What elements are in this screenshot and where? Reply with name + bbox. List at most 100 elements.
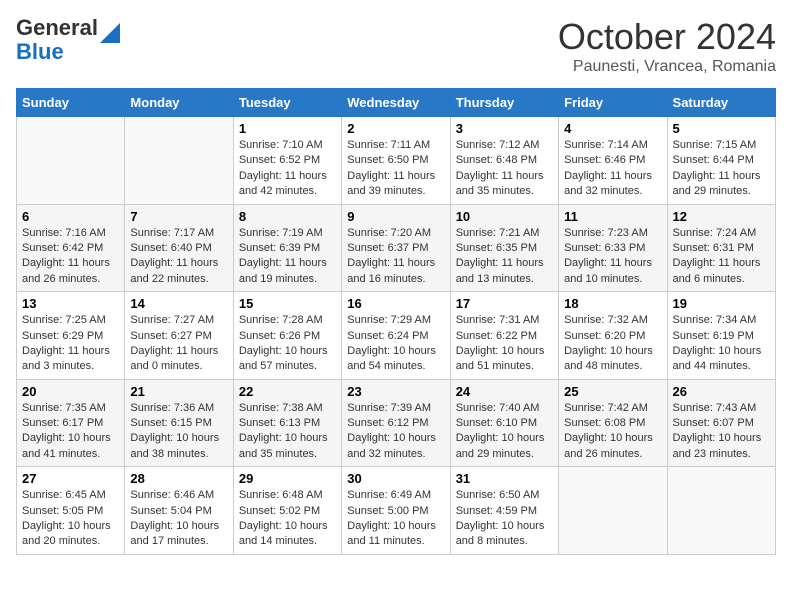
calendar-day-header: Saturday: [667, 89, 775, 117]
day-info: Sunrise: 7:36 AMSunset: 6:15 PMDaylight:…: [130, 401, 227, 463]
day-info: Sunrise: 7:38 AMSunset: 6:13 PMDaylight:…: [239, 401, 336, 463]
day-number: 21: [130, 384, 227, 399]
calendar-day-header: Monday: [125, 89, 233, 117]
day-number: 3: [456, 121, 553, 136]
calendar-cell: [667, 467, 775, 555]
calendar-cell: 10 Sunrise: 7:21 AMSunset: 6:35 PMDayligh…: [450, 204, 558, 292]
calendar-cell: 14Sunrise: 7:27 AMSunset: 6:27 PMDayligh…: [125, 292, 233, 380]
day-number: 29: [239, 471, 336, 486]
calendar-cell: 6 Sunrise: 7:16 AMSunset: 6:42 PMDaylight…: [17, 204, 125, 292]
day-number: 10: [456, 209, 553, 224]
day-info: Sunrise: 6:50 AMSunset: 4:59 PMDaylight:…: [456, 488, 553, 550]
day-info: Sunrise: 7:14 AMSunset: 6:46 PMDaylight:…: [564, 138, 661, 200]
calendar-cell: 20 Sunrise: 7:35 AMSunset: 6:17 PMDayligh…: [17, 379, 125, 467]
calendar-cell: 17Sunrise: 7:31 AMSunset: 6:22 PMDayligh…: [450, 292, 558, 380]
calendar-cell: 22 Sunrise: 7:38 AMSunset: 6:13 PMDayligh…: [233, 379, 341, 467]
day-info: Sunrise: 7:40 AMSunset: 6:10 PMDaylight:…: [456, 401, 553, 463]
day-info: Sunrise: 7:10 AMSunset: 6:52 PMDaylight:…: [239, 138, 336, 200]
day-info: Sunrise: 7:29 AMSunset: 6:24 PMDaylight:…: [347, 313, 444, 375]
day-info: Sunrise: 7:25 AMSunset: 6:29 PMDaylight:…: [22, 313, 119, 375]
day-number: 14: [130, 296, 227, 311]
day-number: 22: [239, 384, 336, 399]
page-subtitle: Paunesti, Vrancea, Romania: [558, 58, 776, 76]
calendar-cell: 4 Sunrise: 7:14 AMSunset: 6:46 PMDaylight…: [559, 117, 667, 205]
day-info: Sunrise: 7:31 AMSunset: 6:22 PMDaylight:…: [456, 313, 553, 375]
calendar-cell: 31 Sunrise: 6:50 AMSunset: 4:59 PMDayligh…: [450, 467, 558, 555]
day-number: 18: [564, 296, 661, 311]
title-block: October 2024 Paunesti, Vrancea, Romania: [558, 16, 776, 76]
day-info: Sunrise: 7:35 AMSunset: 6:17 PMDaylight:…: [22, 401, 119, 463]
calendar-cell: [559, 467, 667, 555]
day-number: 27: [22, 471, 119, 486]
calendar-cell: 9 Sunrise: 7:20 AMSunset: 6:37 PMDaylight…: [342, 204, 450, 292]
day-number: 6: [22, 209, 119, 224]
calendar-day-header: Thursday: [450, 89, 558, 117]
logo-blue: Blue: [16, 39, 64, 64]
day-number: 11: [564, 209, 661, 224]
calendar-cell: 2Sunrise: 7:11 AMSunset: 6:50 PMDaylight…: [342, 117, 450, 205]
day-info: Sunrise: 7:24 AMSunset: 6:31 PMDaylight:…: [673, 226, 770, 288]
calendar-cell: 26 Sunrise: 7:43 AMSunset: 6:07 PMDayligh…: [667, 379, 775, 467]
calendar-cell: 18 Sunrise: 7:32 AMSunset: 6:20 PMDayligh…: [559, 292, 667, 380]
day-number: 25: [564, 384, 661, 399]
logo-general: General: [16, 15, 98, 40]
calendar-week-row: 1 Sunrise: 7:10 AMSunset: 6:52 PMDaylight…: [17, 117, 776, 205]
calendar-week-row: 6 Sunrise: 7:16 AMSunset: 6:42 PMDaylight…: [17, 204, 776, 292]
calendar-cell: 5 Sunrise: 7:15 AMSunset: 6:44 PMDaylight…: [667, 117, 775, 205]
day-number: 31: [456, 471, 553, 486]
day-info: Sunrise: 7:23 AMSunset: 6:33 PMDaylight:…: [564, 226, 661, 288]
calendar-cell: 21 Sunrise: 7:36 AMSunset: 6:15 PMDayligh…: [125, 379, 233, 467]
calendar-cell: 11 Sunrise: 7:23 AMSunset: 6:33 PMDayligh…: [559, 204, 667, 292]
calendar-week-row: 13 Sunrise: 7:25 AMSunset: 6:29 PMDayligh…: [17, 292, 776, 380]
day-number: 26: [673, 384, 770, 399]
calendar-header-row: SundayMondayTuesdayWednesdayThursdayFrid…: [17, 89, 776, 117]
calendar-cell: 3 Sunrise: 7:12 AMSunset: 6:48 PMDaylight…: [450, 117, 558, 205]
calendar-body: 1 Sunrise: 7:10 AMSunset: 6:52 PMDaylight…: [17, 117, 776, 555]
calendar-cell: 8Sunrise: 7:19 AMSunset: 6:39 PMDaylight…: [233, 204, 341, 292]
day-info: Sunrise: 7:32 AMSunset: 6:20 PMDaylight:…: [564, 313, 661, 375]
calendar-cell: 15Sunrise: 7:28 AMSunset: 6:26 PMDayligh…: [233, 292, 341, 380]
logo-triangle-icon: [100, 23, 120, 43]
calendar-cell: 27 Sunrise: 6:45 AMSunset: 5:05 PMDayligh…: [17, 467, 125, 555]
page-header: General Blue October 2024 Paunesti, Vran…: [16, 16, 776, 76]
calendar-day-header: Sunday: [17, 89, 125, 117]
day-info: Sunrise: 7:12 AMSunset: 6:48 PMDaylight:…: [456, 138, 553, 200]
day-info: Sunrise: 7:21 AMSunset: 6:35 PMDaylight:…: [456, 226, 553, 288]
day-info: Sunrise: 7:43 AMSunset: 6:07 PMDaylight:…: [673, 401, 770, 463]
day-number: 12: [673, 209, 770, 224]
day-number: 1: [239, 121, 336, 136]
day-info: Sunrise: 7:20 AMSunset: 6:37 PMDaylight:…: [347, 226, 444, 288]
calendar-cell: [125, 117, 233, 205]
day-info: Sunrise: 6:45 AMSunset: 5:05 PMDaylight:…: [22, 488, 119, 550]
day-info: Sunrise: 7:16 AMSunset: 6:42 PMDaylight:…: [22, 226, 119, 288]
calendar-cell: [17, 117, 125, 205]
day-info: Sunrise: 7:11 AMSunset: 6:50 PMDaylight:…: [347, 138, 444, 200]
day-info: Sunrise: 7:39 AMSunset: 6:12 PMDaylight:…: [347, 401, 444, 463]
day-info: Sunrise: 7:42 AMSunset: 6:08 PMDaylight:…: [564, 401, 661, 463]
day-info: Sunrise: 6:46 AMSunset: 5:04 PMDaylight:…: [130, 488, 227, 550]
page-title: October 2024: [558, 16, 776, 58]
calendar-cell: 16Sunrise: 7:29 AMSunset: 6:24 PMDayligh…: [342, 292, 450, 380]
day-info: Sunrise: 7:28 AMSunset: 6:26 PMDaylight:…: [239, 313, 336, 375]
calendar-cell: 25 Sunrise: 7:42 AMSunset: 6:08 PMDayligh…: [559, 379, 667, 467]
day-number: 4: [564, 121, 661, 136]
calendar-cell: 24Sunrise: 7:40 AMSunset: 6:10 PMDayligh…: [450, 379, 558, 467]
day-number: 13: [22, 296, 119, 311]
calendar-cell: 29 Sunrise: 6:48 AMSunset: 5:02 PMDayligh…: [233, 467, 341, 555]
day-info: Sunrise: 7:19 AMSunset: 6:39 PMDaylight:…: [239, 226, 336, 288]
day-number: 30: [347, 471, 444, 486]
calendar-cell: 19Sunrise: 7:34 AMSunset: 6:19 PMDayligh…: [667, 292, 775, 380]
day-number: 5: [673, 121, 770, 136]
calendar-day-header: Tuesday: [233, 89, 341, 117]
calendar-table: SundayMondayTuesdayWednesdayThursdayFrid…: [16, 88, 776, 555]
calendar-cell: 30 Sunrise: 6:49 AMSunset: 5:00 PMDayligh…: [342, 467, 450, 555]
calendar-cell: 13 Sunrise: 7:25 AMSunset: 6:29 PMDayligh…: [17, 292, 125, 380]
calendar-cell: 28Sunrise: 6:46 AMSunset: 5:04 PMDayligh…: [125, 467, 233, 555]
calendar-cell: 7Sunrise: 7:17 AMSunset: 6:40 PMDaylight…: [125, 204, 233, 292]
day-number: 20: [22, 384, 119, 399]
day-info: Sunrise: 6:49 AMSunset: 5:00 PMDaylight:…: [347, 488, 444, 550]
day-info: Sunrise: 6:48 AMSunset: 5:02 PMDaylight:…: [239, 488, 336, 550]
calendar-week-row: 27 Sunrise: 6:45 AMSunset: 5:05 PMDayligh…: [17, 467, 776, 555]
day-info: Sunrise: 7:15 AMSunset: 6:44 PMDaylight:…: [673, 138, 770, 200]
day-number: 9: [347, 209, 444, 224]
